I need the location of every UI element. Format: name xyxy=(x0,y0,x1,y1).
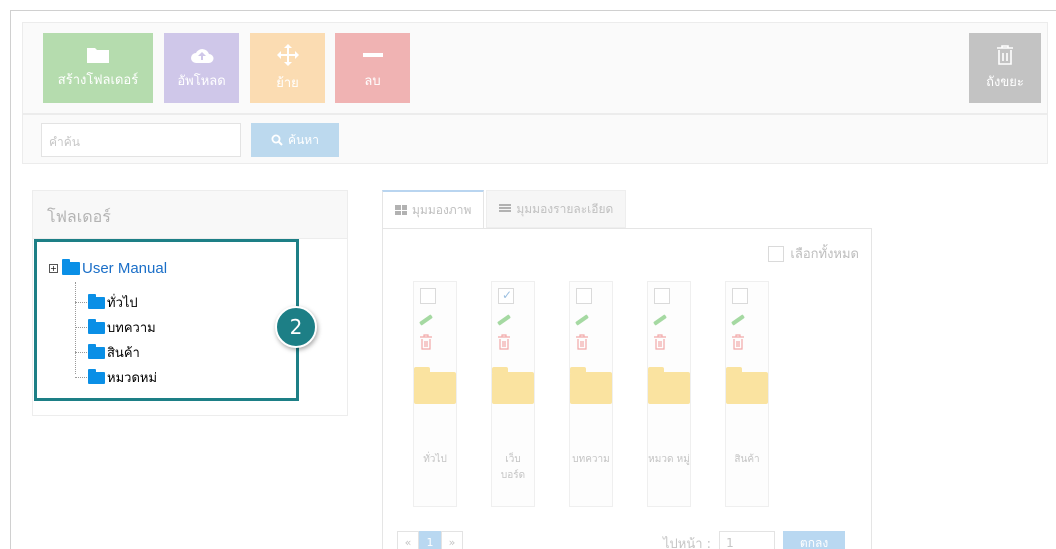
item-checkbox[interactable] xyxy=(576,288,592,304)
next-page-button[interactable]: » xyxy=(441,531,463,549)
tree-root[interactable]: + User Manual xyxy=(49,259,168,277)
folder-item[interactable]: ทั่วไป xyxy=(413,281,457,507)
move-button[interactable]: ย้าย xyxy=(250,33,325,103)
select-all-label: เลือกทั้งหมด xyxy=(790,247,859,262)
move-label: ย้าย xyxy=(276,75,299,91)
item-name: สินค้า xyxy=(734,454,760,465)
tree-item-label: สินค้า xyxy=(107,346,140,361)
tree-root-label: User Manual xyxy=(82,260,168,277)
search-icon xyxy=(271,134,283,146)
delete-label: ลบ xyxy=(364,73,381,89)
select-all-checkbox[interactable] xyxy=(768,245,785,262)
folder-item[interactable]: บทความ xyxy=(569,281,613,507)
goto-page-input[interactable]: 1 xyxy=(719,531,776,549)
item-checkbox[interactable] xyxy=(654,288,670,304)
tree-item-general[interactable]: ทั่วไป xyxy=(75,292,138,313)
list-icon xyxy=(499,204,512,214)
expand-icon[interactable]: + xyxy=(49,264,58,273)
tree-item-products[interactable]: สินค้า xyxy=(75,342,140,363)
tab-detail-label: มุมมองรายละเอียด xyxy=(516,201,614,216)
prev-page-button[interactable]: « xyxy=(397,531,419,549)
folder-items: ทั่วไป เว็บ บอร์ด บทความ หมวด หมู่ xyxy=(413,281,803,507)
folder-icon xyxy=(62,259,80,275)
goto-page: ไปหน้า : 1 ตกลง xyxy=(663,531,846,549)
move-arrows-icon xyxy=(276,43,299,66)
file-browser: เลือกทั้งหมด ทั่วไป เว็บ บอร์ด บทความ xyxy=(382,228,872,549)
tree-item-label: หมวดหม่ xyxy=(107,371,158,386)
item-checkbox[interactable] xyxy=(732,288,748,304)
tree-item-label: ทั่วไป xyxy=(107,296,138,311)
search-button-label: ค้นหา xyxy=(288,132,319,147)
pagination: « 1 » xyxy=(397,531,463,549)
folder-panel-title: โฟลเดอร์ xyxy=(33,191,347,239)
item-checkbox-checked[interactable] xyxy=(498,288,514,304)
item-name: บทความ xyxy=(572,454,610,465)
minus-icon xyxy=(362,52,383,57)
folder-item[interactable]: สินค้า xyxy=(725,281,769,507)
item-name: หมวด หมู่ xyxy=(648,454,690,465)
trash-icon[interactable] xyxy=(574,334,590,350)
grid-icon xyxy=(395,205,407,215)
search-input[interactable]: คำค้น xyxy=(41,123,241,157)
folder-icon xyxy=(414,367,456,404)
tab-thumbnail-view[interactable]: มุมมองภาพ xyxy=(382,190,485,228)
tree-item-articles[interactable]: บทความ xyxy=(75,317,156,338)
folder-icon xyxy=(88,368,105,384)
folder-icon xyxy=(88,318,105,334)
item-checkbox[interactable] xyxy=(420,288,436,304)
create-folder-button[interactable]: สร้างโฟลเดอร์ xyxy=(43,33,153,103)
trash-button[interactable]: ถังขยะ xyxy=(969,33,1041,103)
delete-button[interactable]: ลบ xyxy=(335,33,410,103)
tree-item-label: บทความ xyxy=(107,321,156,336)
trash-icon[interactable] xyxy=(652,334,668,350)
folder-icon xyxy=(648,367,690,404)
select-all[interactable]: เลือกทั้งหมด xyxy=(768,243,859,264)
cloud-upload-icon xyxy=(190,48,213,63)
folder-icon xyxy=(87,48,109,63)
trash-icon xyxy=(997,44,1013,65)
edit-icon[interactable] xyxy=(419,314,433,326)
folder-icon xyxy=(492,367,534,404)
toolbar: สร้างโฟลเดอร์ อัพโหลด ย้าย ลบ ถังขยะ xyxy=(22,22,1048,114)
folder-panel: โฟลเดอร์ + User Manual ทั่วไป บทความ สิน… xyxy=(32,190,348,416)
create-folder-label: สร้างโฟลเดอร์ xyxy=(57,73,139,88)
trash-icon[interactable] xyxy=(418,334,434,350)
trash-icon[interactable] xyxy=(730,334,746,350)
item-name: ทั่วไป xyxy=(423,454,447,465)
page-1-button[interactable]: 1 xyxy=(419,531,441,549)
folder-icon xyxy=(726,367,768,404)
edit-icon[interactable] xyxy=(653,314,667,326)
folder-icon xyxy=(88,343,105,359)
search-bar: คำค้น ค้นหา xyxy=(22,114,1048,164)
goto-page-button[interactable]: ตกลง xyxy=(783,531,846,549)
folder-tree: + User Manual ทั่วไป บทความ สินค้า หมวดห… xyxy=(34,239,299,401)
edit-icon[interactable] xyxy=(731,314,745,326)
goto-label: ไปหน้า : xyxy=(663,536,712,549)
item-name: เว็บ บอร์ด xyxy=(500,454,526,481)
upload-button[interactable]: อัพโหลด xyxy=(164,33,239,103)
edit-icon[interactable] xyxy=(575,314,589,326)
trash-icon[interactable] xyxy=(496,334,512,350)
folder-icon xyxy=(570,367,612,404)
step-badge: 2 xyxy=(275,306,317,348)
folder-icon xyxy=(88,293,105,309)
edit-icon[interactable] xyxy=(497,314,511,326)
folder-item[interactable]: เว็บ บอร์ด xyxy=(491,281,535,507)
tab-thumbnail-label: มุมมองภาพ xyxy=(412,202,472,217)
search-button[interactable]: ค้นหา xyxy=(251,123,339,157)
view-tabs: มุมมองภาพ มุมมองรายละเอียด xyxy=(382,190,627,228)
upload-label: อัพโหลด xyxy=(177,73,226,89)
trash-label: ถังขยะ xyxy=(986,74,1024,90)
tab-detail-view[interactable]: มุมมองรายละเอียด xyxy=(486,190,627,228)
folder-item[interactable]: หมวด หมู่ xyxy=(647,281,691,507)
tree-item-categories[interactable]: หมวดหม่ xyxy=(75,367,157,388)
